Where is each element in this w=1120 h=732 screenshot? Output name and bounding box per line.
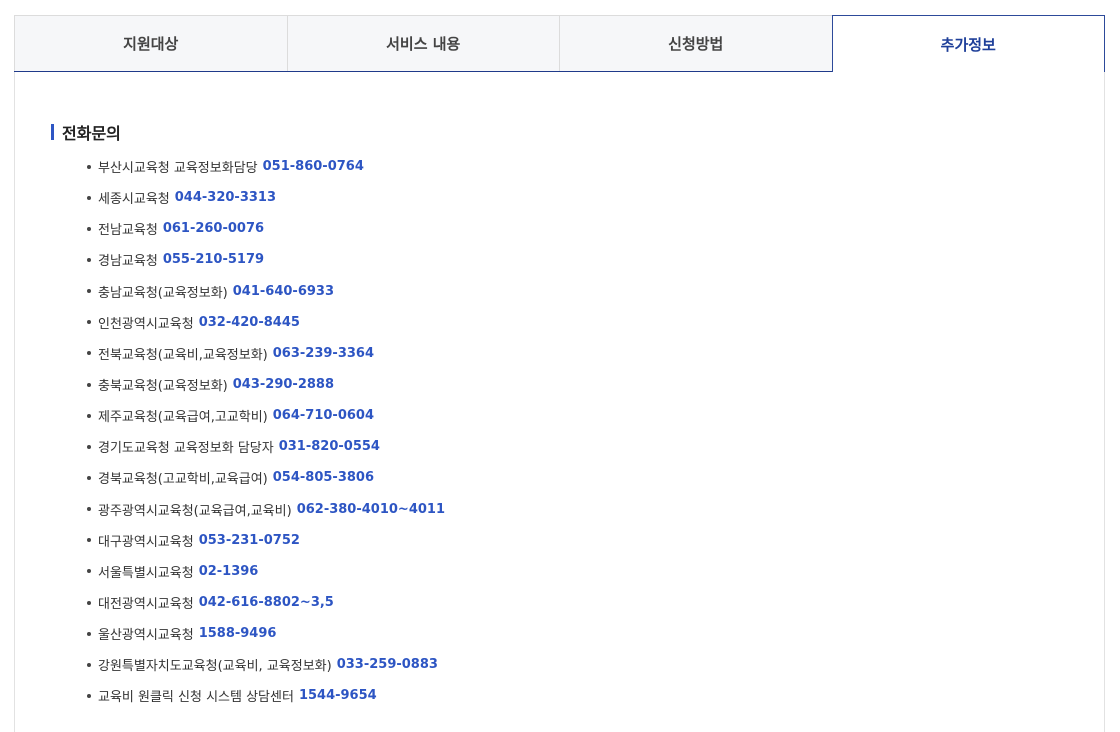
bullet-icon xyxy=(87,226,91,231)
list-item: 세종시교육청 044-320-3313 xyxy=(87,182,445,213)
bullet-icon xyxy=(87,257,91,262)
list-item: 충남교육청(교육정보화) 041-640-6933 xyxy=(87,276,445,307)
contact-name: 광주광역시교육청(교육급여,교육비) xyxy=(98,503,292,519)
list-item: 경기도교육청 교육정보화 담당자 031-820-0554 xyxy=(87,431,445,462)
bullet-icon xyxy=(87,475,91,480)
contact-name: 전남교육청 xyxy=(98,223,158,239)
tab-application-method[interactable]: 신청방법 xyxy=(559,15,832,71)
list-item: 제주교육청(교육급여,고교학비) 064-710-0604 xyxy=(87,400,445,431)
contact-name: 대전광역시교육청 xyxy=(98,597,194,613)
contact-name: 부산시교육청 교육정보화담당 xyxy=(98,161,258,177)
list-item: 강원특별자치도교육청(교육비, 교육정보화) 033-259-0883 xyxy=(87,649,445,680)
bullet-icon xyxy=(87,444,91,449)
contact-phone: 063-239-3364 xyxy=(272,345,375,361)
contact-name: 충남교육청(교육정보화) xyxy=(98,285,228,301)
contact-name: 경기도교육청 교육정보화 담당자 xyxy=(98,441,274,457)
bullet-icon xyxy=(87,631,91,636)
contact-name: 대구광역시교육청 xyxy=(98,534,194,550)
contact-name: 경남교육청 xyxy=(98,254,158,270)
contact-phone: 044-320-3313 xyxy=(174,190,277,206)
list-item: 경북교육청(고교학비,교육급여) 054-805-3806 xyxy=(87,462,445,493)
contact-name: 강원특별자치도교육청(교육비, 교육정보화) xyxy=(98,659,332,675)
tab-additional-info[interactable]: 추가정보 xyxy=(831,15,1105,72)
list-item: 교육비 원클릭 신청 시스템 상담센터 1544-9654 xyxy=(87,680,445,711)
contact-phone: 1544-9654 xyxy=(298,688,377,704)
list-item: 전북교육청(교육비,교육정보화) 063-239-3364 xyxy=(87,338,445,369)
bullet-icon xyxy=(87,320,91,325)
contact-phone: 055-210-5179 xyxy=(162,252,265,268)
contact-name: 교육비 원클릭 신청 시스템 상담센터 xyxy=(98,690,294,706)
list-item: 충북교육청(교육정보화) 043-290-2888 xyxy=(87,369,445,400)
list-item: 광주광역시교육청(교육급여,교육비) 062-380-4010~4011 xyxy=(87,494,445,525)
contact-phone: 064-710-0604 xyxy=(272,408,375,424)
list-item: 전남교육청 061-260-0076 xyxy=(87,213,445,244)
contact-phone: 031-820-0554 xyxy=(278,439,380,455)
contact-name: 세종시교육청 xyxy=(98,192,170,208)
bullet-icon xyxy=(87,195,91,200)
section-title: 전화문의 xyxy=(62,124,121,143)
bullet-icon xyxy=(87,351,91,356)
bullet-icon xyxy=(87,164,91,169)
bullet-icon xyxy=(87,569,91,574)
contact-phone: 051-860-0764 xyxy=(262,159,364,175)
contact-phone: 032-420-8445 xyxy=(198,314,300,330)
bullet-icon xyxy=(87,600,91,605)
list-item: 대구광역시교육청 053-231-0752 xyxy=(87,525,445,556)
contact-phone: 053-231-0752 xyxy=(198,532,300,548)
bullet-icon xyxy=(87,507,91,512)
contact-phone: 054-805-3806 xyxy=(272,470,375,486)
contact-phone: 062-380-4010~4011 xyxy=(296,501,446,517)
contact-phone: 1588-9496 xyxy=(198,626,277,642)
contact-name: 제주교육청(교육급여,고교학비) xyxy=(98,410,268,426)
tab-service-content[interactable]: 서비스 내용 xyxy=(286,15,559,71)
bullet-icon xyxy=(87,538,91,543)
tab-eligibility[interactable]: 지원대상 xyxy=(14,15,287,71)
contact-phone: 041-640-6933 xyxy=(232,283,334,299)
contact-name: 인천광역시교육청 xyxy=(98,316,194,332)
bullet-icon xyxy=(87,662,91,667)
bullet-icon xyxy=(87,289,91,294)
list-item: 경남교육청 055-210-5179 xyxy=(87,244,445,275)
list-item: 부산시교육청 교육정보화담당 051-860-0764 xyxy=(87,151,445,182)
bullet-icon xyxy=(87,382,91,387)
contact-phone: 02-1396 xyxy=(198,563,259,579)
list-item: 서울특별시교육청 02-1396 xyxy=(87,556,445,587)
bullet-icon xyxy=(87,693,91,698)
list-item: 대전광역시교육청 042-616-8802~3,5 xyxy=(87,587,445,618)
contact-phone: 061-260-0076 xyxy=(162,221,265,237)
tab-panel: 전화문의 부산시교육청 교육정보화담당 051-860-0764 세종시교육청 04… xyxy=(14,72,1105,732)
contact-phone: 042-616-8802~3,5 xyxy=(198,595,334,611)
contact-phone: 033-259-0883 xyxy=(336,657,438,673)
contact-phone: 043-290-2888 xyxy=(232,377,334,393)
heading-bar-icon xyxy=(51,124,54,140)
list-item: 울산광역시교육청 1588-9496 xyxy=(87,618,445,649)
contact-name: 경북교육청(고교학비,교육급여) xyxy=(98,472,268,488)
contact-name: 울산광역시교육청 xyxy=(98,628,194,644)
tab-bar: 지원대상 서비스 내용 신청방법 추가정보 xyxy=(14,15,1105,72)
contact-name: 충북교육청(교육정보화) xyxy=(98,379,228,395)
contact-name: 서울특별시교육청 xyxy=(98,565,194,581)
contact-list: 부산시교육청 교육정보화담당 051-860-0764 세종시교육청 044-320… xyxy=(87,151,445,712)
contact-name: 전북교육청(교육비,교육정보화) xyxy=(98,347,268,363)
section-heading: 전화문의 xyxy=(51,120,121,144)
bullet-icon xyxy=(87,413,91,418)
list-item: 인천광역시교육청 032-420-8445 xyxy=(87,307,445,338)
